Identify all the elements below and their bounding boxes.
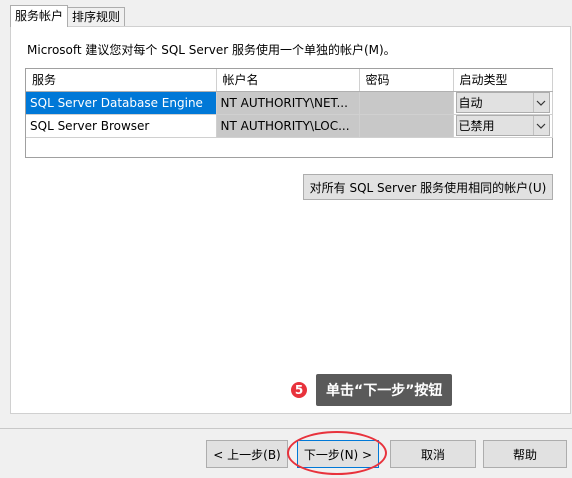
grid-header-row: 服务 帐户名 密码 启动类型 [26, 69, 553, 92]
cancel-button[interactable]: 取消 [390, 440, 476, 468]
step-callout: 5 单击“下一步”按钮 [289, 374, 453, 406]
account-name-cell[interactable]: NT AUTHORITY\LOC... [216, 114, 360, 138]
column-header-password[interactable]: 密码 [359, 69, 454, 92]
startup-type-select[interactable]: 自动 [453, 91, 553, 115]
startup-type-value: 已禁用 [458, 119, 495, 133]
startup-type-value: 自动 [458, 96, 483, 110]
footer-divider [0, 428, 572, 429]
account-name-cell[interactable]: NT AUTHORITY\NET... [216, 91, 360, 115]
table-row[interactable]: SQL Server Database Engine NT AUTHORITY\… [26, 91, 553, 115]
tab-service-accounts[interactable]: 服务帐户 [10, 5, 69, 27]
startup-type-select[interactable]: 已禁用 [453, 114, 553, 138]
use-same-account-button[interactable]: 对所有 SQL Server 服务使用相同的帐户(U) [303, 174, 553, 200]
column-header-account[interactable]: 帐户名 [216, 69, 360, 92]
password-cell[interactable] [359, 91, 454, 115]
step-number-badge: 5 [289, 380, 309, 400]
chevron-down-icon[interactable] [532, 116, 549, 135]
help-button[interactable]: 帮助 [483, 440, 567, 468]
back-button[interactable]: < 上一步(B) [206, 440, 288, 468]
services-grid: 服务 帐户名 密码 启动类型 SQL Server Database Engin… [25, 68, 553, 158]
tab-strip: 服务帐户 排序规则 [10, 5, 126, 27]
column-header-service[interactable]: 服务 [26, 69, 217, 92]
step-instruction-tooltip: 单击“下一步”按钮 [316, 374, 453, 406]
table-row[interactable]: SQL Server Browser NT AUTHORITY\LOC... 已… [26, 114, 553, 138]
tab-collation[interactable]: 排序规则 [67, 7, 126, 27]
chevron-down-icon[interactable] [532, 93, 549, 112]
column-header-startup[interactable]: 启动类型 [453, 69, 553, 92]
service-name-cell[interactable]: SQL Server Database Engine [26, 91, 217, 115]
instruction-text: Microsoft 建议您对每个 SQL Server 服务使用一个单独的帐户(… [27, 43, 396, 57]
password-cell[interactable] [359, 114, 454, 138]
next-button[interactable]: 下一步(N) > [297, 440, 379, 468]
service-name-cell[interactable]: SQL Server Browser [26, 114, 217, 138]
service-accounts-panel: Microsoft 建议您对每个 SQL Server 服务使用一个单独的帐户(… [10, 26, 571, 414]
